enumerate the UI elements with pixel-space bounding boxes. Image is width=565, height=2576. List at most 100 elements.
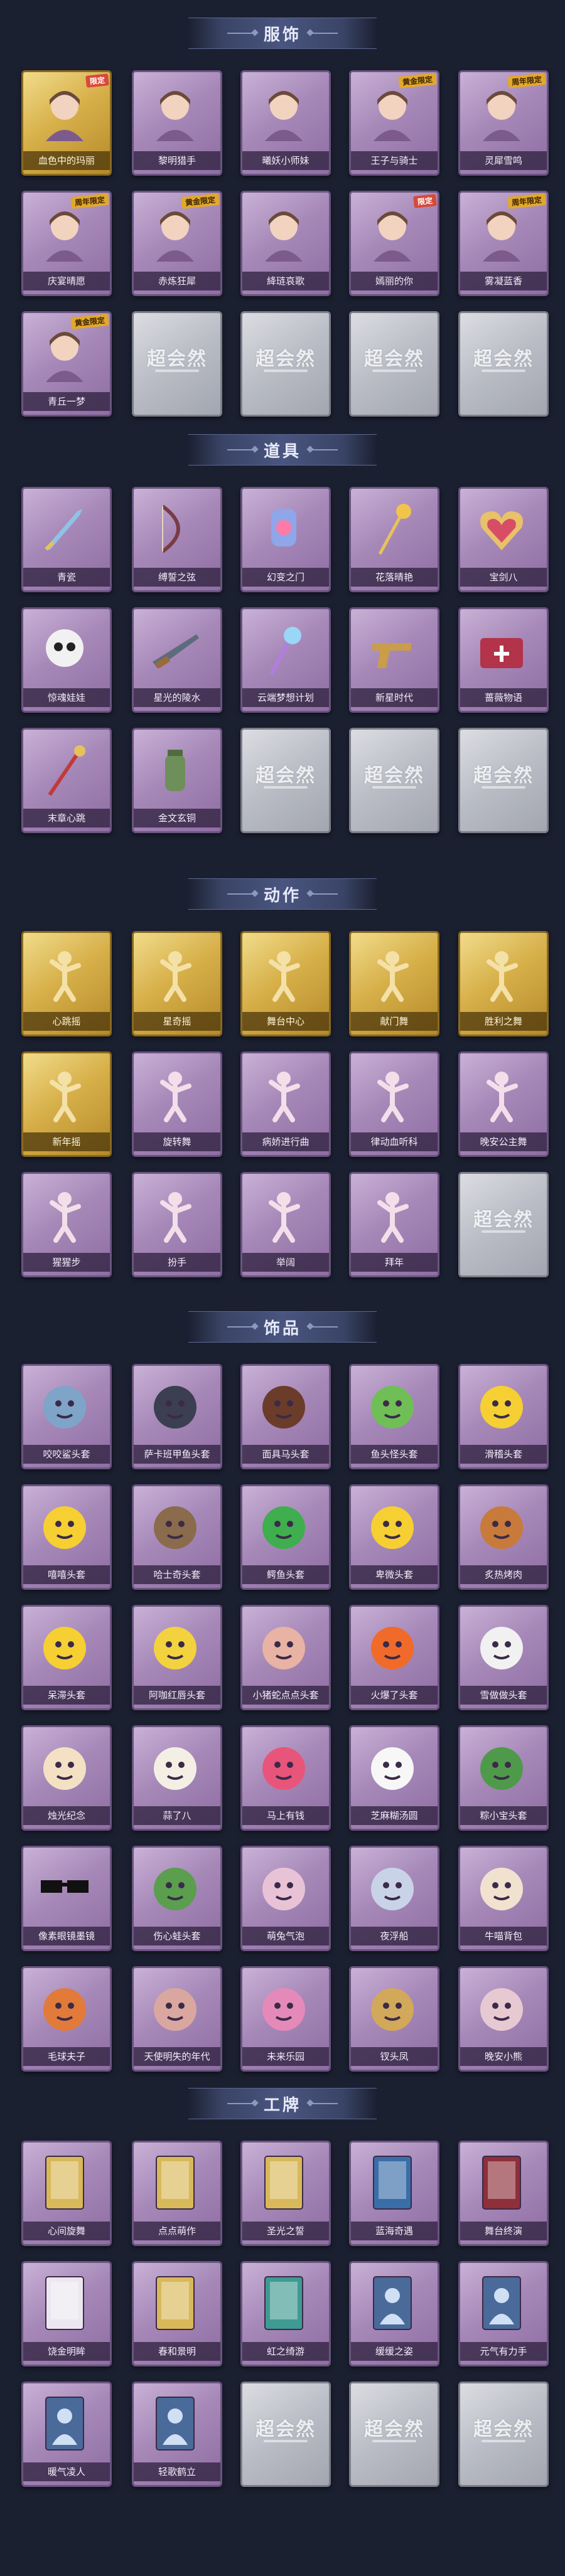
locked-item-card[interactable]: 超会然 [349, 2382, 439, 2487]
item-label: 火爆了头套 [351, 1686, 438, 1705]
locked-item-card[interactable]: 超会然 [240, 2382, 331, 2487]
item-card[interactable]: 猩猩步 [21, 1172, 112, 1277]
item-card[interactable]: 轻歌鹤立 [132, 2382, 222, 2487]
item-card[interactable]: 卑微头套 [349, 1484, 439, 1590]
locked-item-card[interactable]: 超会然 [458, 1172, 549, 1277]
item-card[interactable]: 病娇进行曲 [240, 1051, 331, 1157]
item-card[interactable]: 限定 血色中的玛丽 [21, 70, 112, 176]
item-card[interactable]: 星光的陵水 [132, 607, 222, 713]
item-card[interactable]: 春和景明 [132, 2261, 222, 2366]
item-card[interactable]: 青瓷 [21, 487, 112, 592]
item-card[interactable]: 限定 嫣丽的你 [349, 191, 439, 296]
header-ornament-right [310, 449, 338, 450]
item-card[interactable]: 暖气凌人 [21, 2382, 112, 2487]
item-card[interactable]: 周年限定 庆宴晴愿 [21, 191, 112, 296]
item-card[interactable]: 扮手 [132, 1172, 222, 1277]
item-card[interactable]: 晚安小熊 [458, 1966, 549, 2072]
item-card[interactable]: 钗头凤 [349, 1966, 439, 2072]
item-card[interactable]: 新星时代 [349, 607, 439, 713]
item-card[interactable]: 律动血听科 [349, 1051, 439, 1157]
item-card[interactable]: 芝麻糊汤圆 [349, 1725, 439, 1831]
item-card[interactable]: 末章心跳 [21, 728, 112, 833]
item-card[interactable]: 虹之绮游 [240, 2261, 331, 2366]
item-card[interactable]: 元气有力手 [458, 2261, 549, 2366]
item-label: 心间旋舞 [23, 2222, 110, 2240]
item-card[interactable]: 毛球夫子 [21, 1966, 112, 2072]
locked-item-card[interactable]: 超会然 [458, 2382, 549, 2487]
item-card[interactable]: 火爆了头套 [349, 1605, 439, 1710]
item-card[interactable]: 萨卡班甲鱼头套 [132, 1364, 222, 1469]
locked-item-card[interactable]: 超会然 [349, 728, 439, 833]
croc-icon [251, 1494, 316, 1559]
item-card[interactable]: 蓝海奇遇 [349, 2141, 439, 2246]
item-card[interactable]: 胜利之舞 [458, 931, 549, 1036]
item-card[interactable]: 哈士奇头套 [132, 1484, 222, 1590]
item-card[interactable]: 黎明猎手 [132, 70, 222, 176]
item-card[interactable]: 黄金限定 青丘一梦 [21, 311, 112, 417]
item-card[interactable]: 周年限定 灵犀雪鸣 [458, 70, 549, 176]
limited-badge: 限定 [85, 73, 109, 88]
item-card[interactable]: 牛喵背包 [458, 1846, 549, 1951]
item-card[interactable]: 幻变之门 [240, 487, 331, 592]
item-label: 萨卡班甲鱼头套 [134, 1445, 220, 1464]
item-card[interactable]: 星奇摇 [132, 931, 222, 1036]
item-card[interactable]: 新年摇 [21, 1051, 112, 1157]
item-card[interactable]: 滑稽头套 [458, 1364, 549, 1469]
item-card[interactable]: 云端梦想计划 [240, 607, 331, 713]
item-card[interactable]: 缚誓之弦 [132, 487, 222, 592]
item-card[interactable]: 心跳摇 [21, 931, 112, 1036]
item-card[interactable]: 小猪蛇点点头套 [240, 1605, 331, 1710]
item-card[interactable]: 阿咖红唇头套 [132, 1605, 222, 1710]
item-card[interactable]: 夜浮船 [349, 1846, 439, 1951]
item-card[interactable]: 旋转舞 [132, 1051, 222, 1157]
item-card[interactable]: 雪做做头套 [458, 1605, 549, 1710]
item-card[interactable]: 黄金限定 赤炼狂犀 [132, 191, 222, 296]
item-card[interactable]: 天使明失的年代 [132, 1966, 222, 2072]
item-label: 夜浮船 [351, 1927, 438, 1945]
item-card[interactable]: 蒜了八 [132, 1725, 222, 1831]
item-card[interactable]: 鳄鱼头套 [240, 1484, 331, 1590]
item-card[interactable]: 圣光之誓 [240, 2141, 331, 2246]
item-card[interactable]: 拜年 [349, 1172, 439, 1277]
item-card[interactable]: 惊魂娃娃 [21, 607, 112, 713]
item-card[interactable]: 花落晴艳 [349, 487, 439, 592]
item-card[interactable]: 宝剑八 [458, 487, 549, 592]
item-card[interactable]: 鱼头怪头套 [349, 1364, 439, 1469]
item-card[interactable]: 晚安公主舞 [458, 1051, 549, 1157]
item-card[interactable]: 嘻嘻头套 [21, 1484, 112, 1590]
item-card[interactable]: 烛光纪念 [21, 1725, 112, 1831]
item-card[interactable]: 饶金明眸 [21, 2261, 112, 2366]
item-card[interactable]: 舞台终演 [458, 2141, 549, 2246]
locked-item-card[interactable]: 超会然 [458, 728, 549, 833]
item-card[interactable]: 马上有钱 [240, 1725, 331, 1831]
item-card[interactable]: 粽小宝头套 [458, 1725, 549, 1831]
section-title: 动作 [263, 886, 301, 905]
item-card[interactable]: 絳琏哀歌 [240, 191, 331, 296]
locked-item-card[interactable]: 超会然 [240, 728, 331, 833]
item-card[interactable]: 未来乐园 [240, 1966, 331, 2072]
item-card[interactable]: 像素眼镜墨镜 [21, 1846, 112, 1951]
item-card[interactable]: 舞台中心 [240, 931, 331, 1036]
sunglasses-icon [32, 1855, 97, 1920]
item-card[interactable]: 曦妖小师妹 [240, 70, 331, 176]
item-card[interactable]: 心间旋舞 [21, 2141, 112, 2246]
item-card[interactable]: 面具马头套 [240, 1364, 331, 1469]
item-card[interactable]: 伤心蛙头套 [132, 1846, 222, 1951]
locked-item-card[interactable]: 超会然 [458, 311, 549, 417]
locked-item-card[interactable]: 超会然 [240, 311, 331, 417]
item-card[interactable]: 点点萌作 [132, 2141, 222, 2246]
item-card[interactable]: 咬咬鲨头套 [21, 1364, 112, 1469]
locked-item-card[interactable]: 超会然 [349, 311, 439, 417]
item-card[interactable]: 献门舞 [349, 931, 439, 1036]
item-card[interactable]: 周年限定 雾凝蓝香 [458, 191, 549, 296]
item-card[interactable]: 金文玄铜 [132, 728, 222, 833]
locked-item-card[interactable]: 超会然 [132, 311, 222, 417]
item-card[interactable]: 黄金限定 王子与骑士 [349, 70, 439, 176]
item-card[interactable]: 萌兔气泡 [240, 1846, 331, 1951]
card-gold-icon [32, 2150, 97, 2215]
item-card[interactable]: 缓缓之姿 [349, 2261, 439, 2366]
item-card[interactable]: 蔷薇物语 [458, 607, 549, 713]
item-card[interactable]: 呆滞头套 [21, 1605, 112, 1710]
item-card[interactable]: 举阔 [240, 1172, 331, 1277]
item-card[interactable]: 炙热烤肉 [458, 1484, 549, 1590]
